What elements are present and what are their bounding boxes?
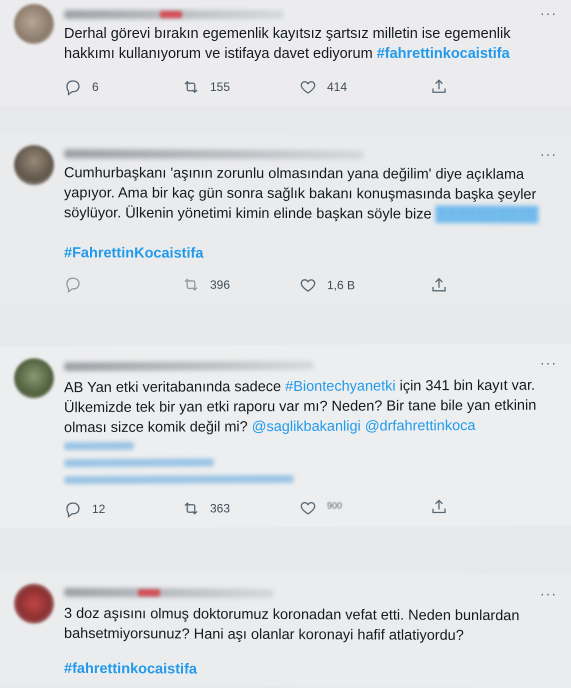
mention-link[interactable]: @saglikbakanligi (252, 419, 361, 436)
tweet-card[interactable]: ··· Derhal görevi bırakın egemenlik kayı… (0, 0, 571, 106)
author-name-blurred[interactable] (64, 587, 274, 598)
retweet-button[interactable]: 363 (182, 499, 230, 517)
share-button[interactable] (430, 498, 448, 516)
avatar[interactable] (14, 358, 54, 399)
tweet-text: Cumhurbaşkanı 'aşının zorunlu olmasından… (64, 163, 553, 225)
share-icon (432, 499, 446, 514)
blurred-emoji (160, 11, 182, 18)
like-icon (300, 501, 316, 515)
more-options-icon[interactable]: ··· (540, 6, 557, 20)
author-name-blurred[interactable] (64, 149, 364, 160)
more-options-icon[interactable]: ··· (540, 146, 557, 162)
tweet-actions: 6 155 414 (64, 78, 494, 98)
reply-count: 12 (92, 501, 106, 517)
hashtag-link[interactable]: #FahrettinKocaistifa (64, 245, 203, 261)
blurred-links[interactable] (64, 441, 294, 493)
tweet-card[interactable]: ··· AB Yan etki veritabanında sadece #Bi… (0, 343, 571, 529)
like-icon (300, 81, 316, 94)
share-button[interactable] (430, 78, 448, 96)
reply-icon (66, 277, 80, 294)
like-count: 1,6 B (327, 278, 356, 293)
retweet-count: 396 (210, 277, 231, 292)
avatar[interactable] (14, 583, 54, 624)
more-options-icon[interactable]: ··· (540, 355, 557, 371)
tweet-body-part: AB Yan etki veritabanında sadece (64, 379, 286, 397)
mention-link[interactable]: @drfahrettinkoca (365, 418, 476, 435)
tweet-text: 3 doz aşısını olmuş doktorumuz koronadan… (64, 604, 553, 647)
more-options-icon[interactable]: ··· (540, 585, 557, 601)
reply-count: 6 (92, 80, 99, 94)
tweet-text: Derhal görevi bırakın egemenlik kayıtsız… (64, 24, 553, 64)
like-count: 414 (327, 80, 348, 94)
reply-icon (66, 80, 80, 96)
hashtag-link[interactable]: #fahrettinkocaistifa (377, 46, 510, 62)
reply-icon (66, 502, 80, 518)
avatar[interactable] (14, 145, 54, 186)
retweet-count: 155 (210, 80, 231, 94)
like-button[interactable]: 900 (299, 499, 343, 517)
retweet-button[interactable]: 155 (182, 78, 230, 96)
like-icon (300, 279, 316, 292)
retweet-icon (184, 80, 198, 94)
retweet-count: 363 (210, 501, 231, 516)
hashtag-link[interactable]: #Biontechyanetki (285, 378, 395, 395)
retweet-icon (184, 502, 198, 515)
share-icon (432, 277, 446, 292)
like-button[interactable]: 414 (299, 78, 347, 96)
reply-button[interactable]: 12 (64, 500, 105, 518)
tweet-text: AB Yan etki veritabanında sadece #Bionte… (64, 376, 553, 439)
tweet-card[interactable]: ··· Cumhurbaşkanı 'aşının zorunlu olması… (0, 133, 571, 305)
tweet-actions: 12 363 900 (64, 498, 494, 520)
hashtag-link[interactable]: #fahrettinkocaistifa (64, 661, 197, 678)
reply-button[interactable] (64, 275, 92, 294)
like-count: 900 (327, 500, 343, 511)
author-name-blurred[interactable] (64, 360, 314, 372)
retweet-button[interactable]: 396 (182, 276, 230, 294)
share-button[interactable] (430, 277, 448, 295)
reply-button[interactable]: 6 (64, 78, 99, 96)
share-icon (432, 79, 446, 93)
like-button[interactable]: 1,6 B (299, 276, 355, 294)
avatar[interactable] (14, 4, 54, 44)
blurred-emoji (138, 589, 160, 597)
retweet-icon (184, 278, 198, 291)
tweet-card[interactable]: ··· 3 doz aşısını olmuş doktorumuz koron… (0, 571, 571, 688)
tweet-body: 3 doz aşısını olmuş doktorumuz koronadan… (64, 605, 520, 644)
blurred-link[interactable]: ██████████ (436, 207, 539, 223)
tweet-actions: 396 1,6 B (64, 275, 494, 297)
